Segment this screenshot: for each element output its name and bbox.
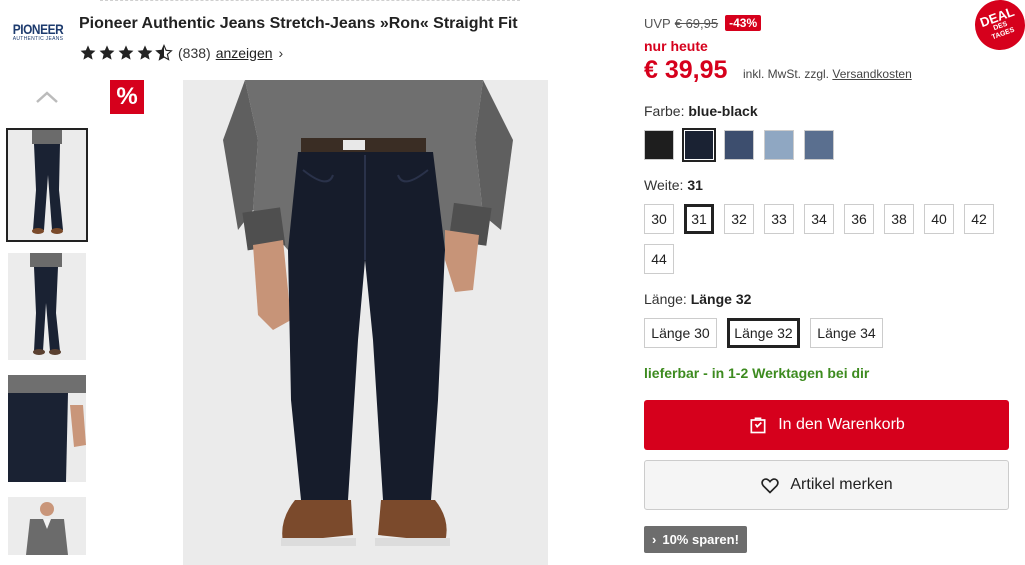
- today-only-label: nur heute: [644, 38, 708, 54]
- color-swatch-mid-blue[interactable]: [804, 130, 834, 160]
- width-option-44[interactable]: 44: [644, 244, 674, 274]
- width-option-34[interactable]: 34: [804, 204, 834, 234]
- rating-count: (838): [178, 44, 211, 61]
- length-option-32[interactable]: Länge 32: [727, 318, 800, 348]
- width-option-33[interactable]: 33: [764, 204, 794, 234]
- width-option-36[interactable]: 36: [844, 204, 874, 234]
- wishlist-button[interactable]: Artikel merken: [644, 460, 1009, 510]
- half-star-icon: [155, 44, 173, 61]
- brand-logo-main: PIONEER: [12, 21, 64, 37]
- color-label: Farbe:: [644, 103, 685, 119]
- rating-stars: [79, 44, 174, 61]
- width-option-31[interactable]: 31: [684, 204, 714, 234]
- thumbnail-detail-image: [8, 375, 86, 482]
- color-swatch-blue-black[interactable]: [682, 128, 716, 162]
- star-icon: [137, 45, 153, 60]
- length-label: Länge:: [644, 291, 687, 307]
- uvp-label: UVP: [644, 15, 671, 31]
- width-option-38[interactable]: 38: [884, 204, 914, 234]
- width-label-row: Weite: 31: [644, 177, 703, 193]
- color-label-row: Farbe: blue-black: [644, 103, 758, 119]
- deal-of-the-day-badge: DEAL DES TAGES: [967, 0, 1025, 58]
- vat-note: inkl. MwSt. zzgl.: [743, 67, 830, 81]
- save-10-percent-badge[interactable]: › 10% sparen!: [644, 526, 747, 553]
- current-price: € 39,95: [644, 56, 728, 84]
- shopping-bag-icon: [750, 417, 766, 434]
- thumbnail-detail[interactable]: [8, 375, 86, 482]
- star-icon: [99, 45, 115, 60]
- brand-logo[interactable]: PIONEER AUTHENTIC JEANS: [8, 22, 68, 43]
- thumbnails-up-chevron-icon[interactable]: [35, 90, 59, 104]
- thumbnail-front-image: [8, 130, 86, 240]
- uvp-row: UVP € 69,95 -43%: [644, 15, 762, 31]
- width-option-32[interactable]: 32: [724, 204, 754, 234]
- thumbnail-side[interactable]: [8, 253, 86, 360]
- thumbnail-outfit-image: [8, 497, 86, 555]
- sale-badge: %: [110, 80, 144, 114]
- star-icon: [118, 45, 134, 60]
- add-to-cart-button[interactable]: In den Warenkorb: [644, 400, 1009, 450]
- show-reviews-link[interactable]: anzeigen: [216, 45, 273, 61]
- cut-off-breadcrumb: [100, 0, 520, 4]
- heart-icon: [761, 478, 780, 494]
- product-title: Pioneer Authentic Jeans Stretch-Jeans »R…: [79, 15, 518, 32]
- length-option-34[interactable]: Länge 34: [810, 318, 883, 348]
- wishlist-label: Artikel merken: [790, 476, 893, 493]
- width-option-42[interactable]: 42: [964, 204, 994, 234]
- save-label: 10% sparen!: [662, 532, 739, 547]
- width-option-40[interactable]: 40: [924, 204, 954, 234]
- thumbnail-outfit[interactable]: [8, 497, 86, 555]
- thumbnail-side-image: [8, 253, 86, 360]
- rating-row: (838) anzeigen ›: [79, 44, 283, 61]
- color-swatch-light-blue[interactable]: [764, 130, 794, 160]
- length-selected-value: Länge 32: [690, 291, 752, 307]
- main-product-image[interactable]: [183, 80, 548, 565]
- length-option-30[interactable]: Länge 30: [644, 318, 717, 348]
- color-swatch-dark-blue[interactable]: [724, 130, 754, 160]
- discount-badge: -43%: [725, 15, 762, 31]
- add-to-cart-label: In den Warenkorb: [778, 416, 905, 433]
- delivery-status: lieferbar - in 1-2 Werktagen bei dir: [644, 365, 870, 381]
- width-option-30[interactable]: 30: [644, 204, 674, 234]
- chevron-right-icon: ›: [652, 532, 657, 547]
- thumbnail-front[interactable]: [6, 128, 88, 242]
- width-selected-value: 31: [687, 177, 703, 193]
- shipping-costs-link[interactable]: Versandkosten: [832, 67, 911, 81]
- jeans-illustration: [183, 80, 548, 565]
- color-swatch-black[interactable]: [644, 130, 674, 160]
- color-selected-value: blue-black: [688, 103, 758, 119]
- brand-logo-sub: AUTHENTIC JEANS: [12, 36, 64, 42]
- uvp-price: € 69,95: [674, 15, 719, 31]
- length-label-row: Länge: Länge 32: [644, 291, 751, 307]
- width-label: Weite:: [644, 177, 684, 193]
- price-note: inkl. MwSt. zzgl. Versandkosten: [743, 67, 912, 81]
- chevron-right-icon: ›: [278, 44, 284, 61]
- star-icon: [80, 45, 96, 60]
